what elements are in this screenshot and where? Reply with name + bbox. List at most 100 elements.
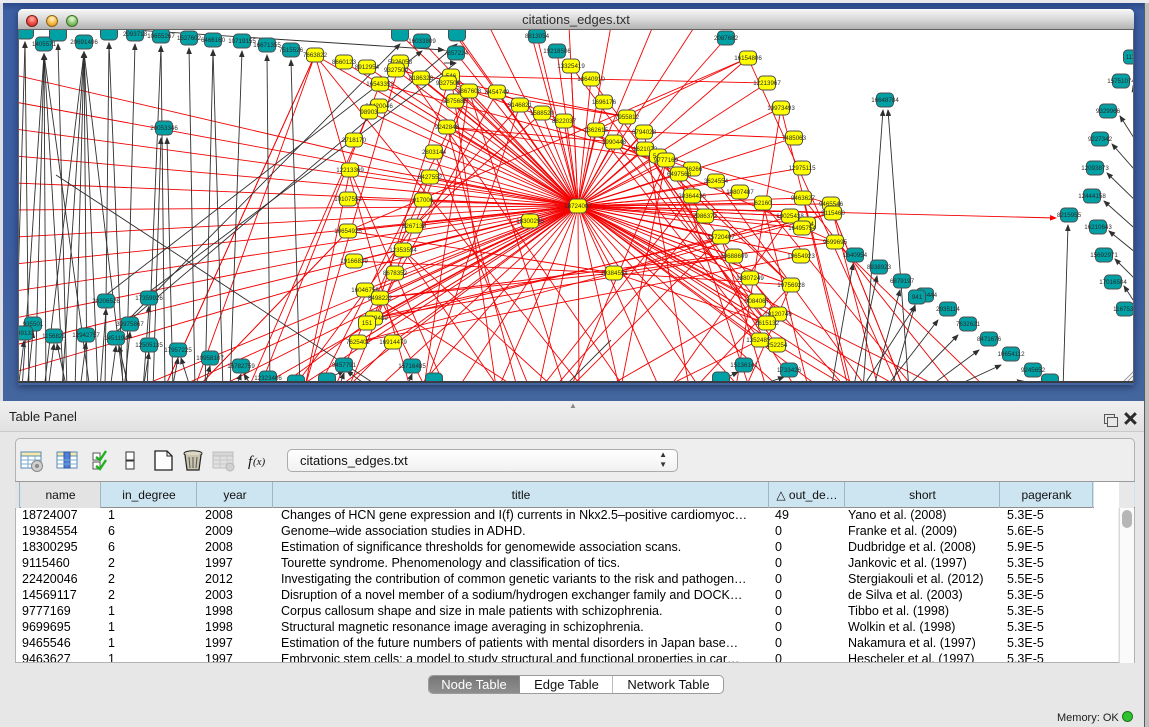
svg-text:16033809: 16033809 [408, 38, 436, 45]
svg-text:15692971: 15692971 [1090, 252, 1118, 259]
svg-text:18300295: 18300295 [516, 218, 544, 225]
svg-text:10756928: 10756928 [777, 282, 805, 289]
svg-text:16782759: 16782759 [227, 363, 255, 370]
svg-text:2087682: 2087682 [714, 35, 739, 42]
svg-text:12505135: 12505135 [135, 342, 163, 349]
svg-text:1640954: 1640954 [843, 252, 868, 259]
svg-text:(x): (x) [253, 456, 266, 468]
svg-text:8813054: 8813054 [525, 33, 550, 40]
svg-text:12975115: 12975115 [788, 165, 816, 172]
svg-text:9699695: 9699695 [823, 239, 848, 246]
svg-text:7986372: 7986372 [693, 213, 718, 220]
svg-text:16543352: 16543352 [366, 81, 394, 88]
svg-text:10958107: 10958107 [196, 355, 224, 362]
svg-text:8912954: 8912954 [355, 64, 380, 71]
svg-text:20053346: 20053346 [150, 125, 178, 132]
svg-text:12353594: 12353594 [389, 247, 417, 254]
svg-text:16495754: 16495754 [788, 225, 816, 232]
svg-text:15136141: 15136141 [730, 362, 758, 369]
svg-text:10807487: 10807487 [726, 189, 754, 196]
svg-text:8471676: 8471676 [977, 336, 1002, 343]
svg-text:1167533: 1167533 [1113, 306, 1134, 313]
svg-text:9327500: 9327500 [384, 67, 409, 74]
svg-text:8822037: 8822037 [552, 118, 577, 125]
svg-text:8215955: 8215955 [1057, 212, 1082, 219]
svg-text:1615132: 1615132 [755, 320, 780, 327]
svg-text:30975867: 30975867 [116, 321, 144, 328]
svg-text:9463627: 9463627 [791, 195, 816, 202]
svg-text:18807249: 18807249 [736, 275, 764, 282]
svg-text:7857224: 7857224 [444, 50, 469, 57]
svg-text:98903: 98903 [360, 109, 378, 116]
svg-text:2935114: 2935114 [936, 306, 960, 313]
svg-text:16671355: 16671355 [253, 42, 281, 49]
svg-text:10655267: 10655267 [147, 33, 175, 40]
svg-text:941: 941 [912, 294, 923, 301]
svg-text:1588520: 1588520 [530, 110, 555, 117]
svg-text:17957225: 17957225 [164, 347, 192, 354]
svg-text:12323466: 12323466 [254, 375, 282, 382]
svg-text:20206526: 20206526 [92, 298, 120, 305]
svg-text:16154806: 16154806 [734, 55, 762, 62]
svg-text:939133: 939133 [19, 330, 35, 337]
svg-text:15716485: 15716485 [398, 363, 426, 370]
svg-text:12942757: 12942757 [72, 332, 100, 339]
svg-text:8427552: 8427552 [418, 174, 443, 181]
svg-text:10654112: 10654112 [997, 351, 1025, 358]
svg-text:7632621: 7632621 [956, 321, 981, 328]
svg-text:8267130: 8267130 [402, 223, 427, 230]
svg-text:9146821: 9146821 [508, 102, 533, 109]
svg-text:9115460: 9115460 [821, 210, 845, 217]
svg-text:9327508: 9327508 [436, 80, 461, 87]
svg-text:7663822: 7663822 [303, 52, 328, 59]
svg-text:16914479: 16914479 [379, 339, 407, 346]
svg-text:1527602: 1527602 [177, 35, 202, 42]
svg-text:1451194: 1451194 [104, 335, 128, 342]
svg-text:9245652: 9245652 [1021, 367, 1046, 374]
svg-text:6794028: 6794028 [632, 129, 657, 136]
svg-text:16210643: 16210643 [1084, 224, 1112, 231]
svg-text:6497568: 6497568 [667, 171, 692, 178]
svg-text:917006: 917006 [413, 197, 434, 204]
svg-text:20364436: 20364436 [678, 193, 706, 200]
svg-text:12213967: 12213967 [753, 80, 781, 87]
svg-text:1733426: 1733426 [777, 367, 802, 374]
svg-text:7955812: 7955812 [615, 114, 640, 121]
svg-text:10107552: 10107552 [334, 196, 362, 203]
svg-text:3624554: 3624554 [704, 178, 729, 185]
svg-text:19384554: 19384554 [600, 270, 628, 277]
svg-text:2718170: 2718170 [342, 137, 367, 144]
svg-text:20691406: 20691406 [70, 39, 98, 46]
svg-text:19218506: 19218506 [543, 48, 571, 55]
svg-text:2867608: 2867608 [457, 88, 482, 95]
svg-text:12444158: 12444158 [1078, 193, 1106, 200]
svg-text:8454749: 8454749 [485, 89, 510, 96]
svg-text:1405571: 1405571 [32, 41, 57, 48]
svg-text:12093873: 12093873 [1081, 165, 1109, 172]
svg-text:8678352: 8678352 [383, 270, 408, 277]
svg-text:1990448: 1990448 [602, 139, 627, 146]
svg-text:62160: 62160 [754, 200, 772, 207]
svg-text:7485063: 7485063 [782, 135, 807, 142]
svg-text:17359926: 17359926 [135, 295, 163, 302]
svg-text:10719155: 10719155 [228, 38, 256, 45]
svg-text:8660123: 8660123 [332, 59, 357, 66]
svg-text:2803144: 2803144 [422, 149, 447, 156]
svg-text:2093718: 2093718 [123, 31, 148, 38]
svg-text:3875685: 3875685 [443, 98, 468, 105]
svg-text:9329966: 9329966 [1096, 108, 1121, 115]
svg-text:252254: 252254 [767, 342, 788, 349]
svg-text:18724007: 18724007 [564, 203, 592, 210]
svg-text:9242848: 9242848 [435, 124, 460, 131]
svg-text:8186328: 8186328 [409, 75, 434, 82]
svg-text:17016504: 17016504 [1099, 279, 1127, 286]
svg-text:1112: 1112 [1126, 54, 1134, 61]
svg-text:9457791: 9457791 [332, 362, 357, 369]
svg-text:10654925: 10654925 [334, 228, 362, 235]
svg-text:15751074: 15751074 [1107, 78, 1134, 85]
svg-text:10973493: 10973493 [767, 105, 795, 112]
svg-text:8498222: 8498222 [368, 295, 393, 302]
svg-text:151: 151 [362, 320, 373, 327]
svg-text:6879197: 6879197 [890, 278, 915, 285]
svg-text:12213369: 12213369 [336, 167, 364, 174]
